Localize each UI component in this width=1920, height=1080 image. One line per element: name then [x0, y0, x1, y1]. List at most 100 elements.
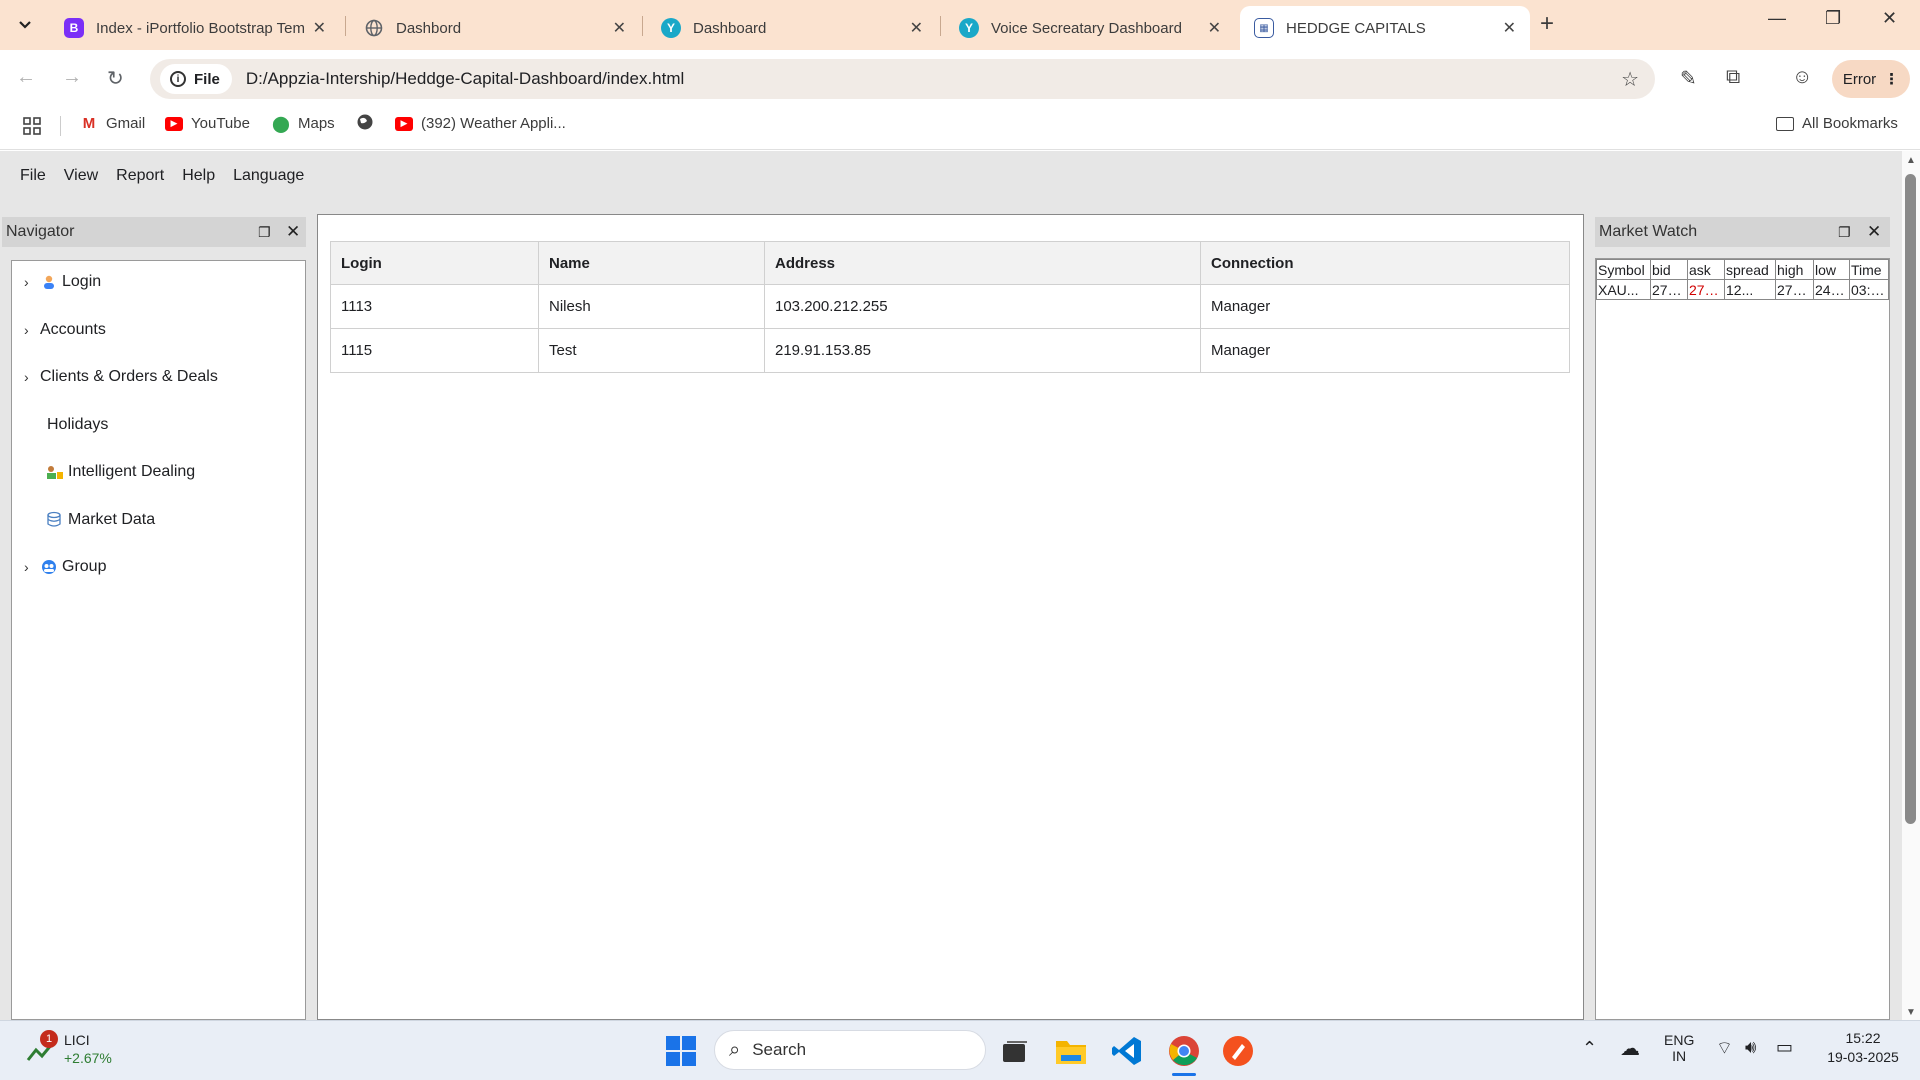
tray-overflow-icon[interactable]: ⌃ — [1582, 1038, 1597, 1059]
nav-item-market-data[interactable]: Market Data — [46, 511, 155, 529]
tab-voice-secretary[interactable]: Y Voice Secreatary Dashboard ✕ — [945, 6, 1235, 50]
menu-help[interactable]: Help — [182, 167, 215, 185]
minimize-icon[interactable]: — — [1768, 8, 1786, 29]
scroll-down-icon[interactable]: ▼ — [1906, 1007, 1916, 1018]
apps-grid-icon[interactable] — [22, 116, 42, 136]
mw-col-high[interactable]: high — [1775, 259, 1814, 280]
tab-heddge-capitals[interactable]: ▦ HEDDGE CAPITALS ✕ — [1240, 6, 1530, 50]
col-name[interactable]: Name — [538, 241, 765, 285]
tab-dashboard[interactable]: Y Dashboard ✕ — [647, 6, 937, 50]
close-icon[interactable]: ✕ — [1208, 18, 1221, 38]
chevron-right-icon[interactable]: › — [24, 274, 40, 290]
chevron-right-icon[interactable]: › — [24, 322, 40, 338]
restore-icon[interactable]: ❐ — [1825, 8, 1841, 29]
mw-time: 03:3... — [1849, 279, 1889, 300]
mw-high: 275... — [1775, 279, 1814, 300]
battery-icon[interactable]: ▭ — [1776, 1037, 1793, 1058]
chevron-right-icon[interactable]: › — [24, 369, 40, 385]
user-icon — [40, 274, 58, 290]
close-icon[interactable]: ✕ — [286, 222, 300, 242]
wifi-icon[interactable]: ⌔ — [1716, 1037, 1733, 1060]
close-icon[interactable]: ✕ — [1503, 18, 1516, 38]
col-login[interactable]: Login — [330, 241, 539, 285]
extensions-icon[interactable]: ⧉ — [1726, 66, 1740, 89]
tab-iportfolio[interactable]: B Index - iPortfolio Bootstrap Tem ✕ — [50, 6, 340, 50]
bookmarks-divider — [60, 116, 61, 136]
taskbar-search[interactable]: ⌕ Search — [714, 1030, 986, 1070]
scroll-up-icon[interactable]: ▲ — [1906, 155, 1916, 166]
task-view-icon[interactable] — [1001, 1040, 1029, 1069]
mw-col-low[interactable]: low — [1813, 259, 1850, 280]
menu-file[interactable]: File — [20, 167, 46, 185]
all-bookmarks[interactable]: All Bookmarks — [1776, 115, 1898, 132]
mw-col-spread[interactable]: spread — [1724, 259, 1776, 280]
bookmark-weather[interactable]: ▶ (392) Weather Appli... — [395, 115, 566, 132]
database-icon — [46, 511, 64, 528]
nav-item-login[interactable]: › Login — [24, 273, 101, 291]
windows-start-icon[interactable] — [665, 1035, 697, 1072]
scrollbar-thumb[interactable] — [1905, 174, 1916, 824]
market-watch-header: Market Watch ❐ ✕ — [1595, 217, 1890, 247]
nav-item-holidays[interactable]: Holidays — [47, 416, 108, 434]
file-explorer-icon[interactable] — [1055, 1037, 1087, 1070]
navigator-panel: › Login › Accounts › Clients & Orders & … — [11, 260, 306, 1020]
bookmark-gmail[interactable]: M Gmail — [80, 115, 145, 132]
table-row[interactable]: 1113 Nilesh 103.200.212.255 Manager — [330, 284, 1570, 329]
bookmark-globe[interactable] — [356, 114, 382, 130]
nav-item-clients-orders-deals[interactable]: › Clients & Orders & Deals — [24, 368, 218, 386]
mw-col-bid[interactable]: bid — [1650, 259, 1688, 280]
tab-search-button[interactable] — [10, 10, 40, 40]
restore-icon[interactable]: ❐ — [258, 224, 271, 241]
nav-item-accounts[interactable]: › Accounts — [24, 321, 106, 339]
col-connection[interactable]: Connection — [1200, 241, 1570, 285]
site-info-chip[interactable]: i File — [160, 64, 232, 94]
chevron-right-icon[interactable]: › — [24, 559, 40, 575]
market-watch-row[interactable]: XAU... 274... 274... 12... 275... 247...… — [1596, 279, 1889, 300]
bookmark-youtube[interactable]: ▶ YouTube — [165, 115, 250, 132]
new-tab-icon[interactable]: + — [1540, 10, 1554, 38]
close-icon[interactable]: ✕ — [1867, 222, 1881, 242]
table-row[interactable]: 1115 Test 219.91.153.85 Manager — [330, 328, 1570, 373]
stock-name: LICI — [64, 1032, 90, 1048]
bookmark-star-icon[interactable]: ☆ — [1621, 67, 1639, 92]
window-close-icon[interactable]: ✕ — [1882, 8, 1897, 29]
menu-report[interactable]: Report — [116, 167, 164, 185]
chrome-active-indicator — [1172, 1073, 1196, 1076]
mw-col-time[interactable]: Time — [1849, 259, 1889, 280]
close-icon[interactable]: ✕ — [910, 18, 923, 38]
col-address[interactable]: Address — [764, 241, 1201, 285]
close-icon[interactable]: ✕ — [613, 18, 626, 38]
cell-connection: Manager — [1200, 328, 1570, 373]
chrome-icon[interactable] — [1167, 1034, 1201, 1073]
clock[interactable]: 15:22 19-03-2025 — [1818, 1030, 1908, 1065]
error-button[interactable]: Error ⋮ — [1832, 60, 1910, 98]
menu-view[interactable]: View — [64, 167, 98, 185]
mw-col-symbol[interactable]: Symbol — [1596, 259, 1651, 280]
orange-app-icon[interactable] — [1222, 1035, 1254, 1072]
close-icon[interactable]: ✕ — [313, 18, 326, 38]
tab-dashbord[interactable]: Dashbord ✕ — [350, 6, 640, 50]
bookmark-maps[interactable]: ⬤ Maps — [272, 115, 335, 133]
group-icon — [40, 559, 58, 575]
market-watch-title: Market Watch — [1599, 223, 1698, 240]
vscode-icon[interactable] — [1111, 1035, 1143, 1072]
restore-icon[interactable]: ❐ — [1838, 224, 1851, 241]
nav-item-group[interactable]: › Group — [24, 558, 106, 576]
mw-spread: 12... — [1724, 279, 1776, 300]
cell-login: 1113 — [330, 284, 539, 329]
forward-icon[interactable]: → — [62, 66, 82, 89]
reload-icon[interactable]: ↻ — [107, 66, 124, 91]
navigator-title: Navigator — [6, 223, 75, 240]
url-text[interactable]: D:/Appzia-Intership/Heddge-Capital-Dashb… — [246, 69, 684, 89]
back-icon[interactable]: ← — [16, 66, 36, 89]
stock-change: +2.67% — [64, 1050, 112, 1066]
menu-language[interactable]: Language — [233, 167, 304, 185]
address-bar[interactable]: i File D:/Appzia-Intership/Heddge-Capita… — [150, 59, 1655, 99]
volume-icon[interactable]: 🔊︎ — [1745, 1037, 1756, 1058]
nav-item-intelligent-dealing[interactable]: Intelligent Dealing — [46, 463, 195, 481]
mw-col-ask[interactable]: ask — [1687, 259, 1725, 280]
profile-icon[interactable]: ☺ — [1792, 66, 1812, 89]
eyedropper-icon[interactable]: ✎ — [1680, 66, 1697, 91]
language-indicator[interactable]: ENG IN — [1664, 1032, 1694, 1064]
onedrive-icon[interactable]: ☁ — [1620, 1036, 1640, 1061]
